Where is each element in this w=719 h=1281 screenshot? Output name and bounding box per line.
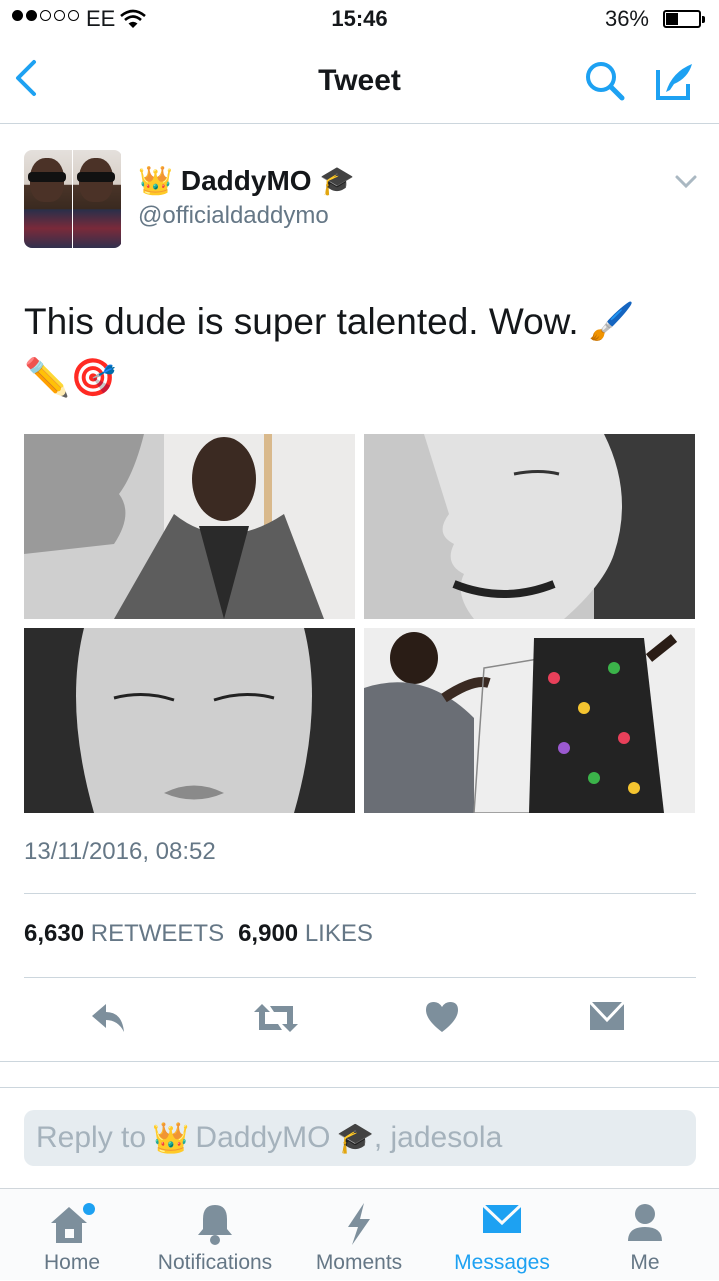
author-name-row[interactable]: 👑 DaddyMO 🎓 — [138, 164, 354, 197]
graduation-cap-emoji: 🎓 — [319, 165, 355, 196]
home-icon — [51, 1203, 95, 1243]
tab-bar: Home Notifications Moments Messages Me — [0, 1188, 719, 1280]
retweets-label: RETWEETS — [90, 920, 225, 947]
divider — [0, 1061, 719, 1062]
divider — [0, 1087, 719, 1088]
tab-home[interactable]: Home — [14, 1189, 130, 1281]
status-bar: EE 15:46 36% — [0, 0, 719, 40]
like-heart-icon[interactable] — [424, 1000, 460, 1034]
tab-moments[interactable]: Moments — [300, 1189, 418, 1281]
reply-prefix: Reply to — [36, 1121, 147, 1154]
tab-messages[interactable]: Messages — [440, 1189, 564, 1281]
bell-icon — [198, 1205, 232, 1245]
direct-message-icon[interactable] — [588, 1000, 626, 1032]
likes-stat[interactable]: 6,900 LIKES — [238, 920, 373, 948]
tab-label: Notifications — [157, 1251, 273, 1274]
tab-me[interactable]: Me — [590, 1189, 700, 1281]
envelope-icon — [481, 1203, 523, 1233]
avatar[interactable] — [24, 150, 122, 248]
tab-label: Me — [630, 1251, 660, 1274]
reply-input[interactable]: Reply to 👑 DaddyMO 🎓 , jadesola — [24, 1110, 696, 1166]
likes-count: 6,900 — [238, 920, 299, 947]
reply-suffix: , jadesola — [373, 1121, 503, 1154]
author-name: DaddyMO — [180, 164, 312, 196]
media-image-3[interactable] — [24, 628, 355, 813]
person-icon — [628, 1204, 662, 1241]
lightning-icon — [348, 1203, 370, 1245]
media-image-4[interactable] — [364, 628, 695, 813]
tab-label: Moments — [315, 1251, 403, 1274]
battery-icon — [663, 10, 705, 28]
graduation-cap-emoji: 🎓 — [336, 1121, 374, 1155]
author-handle[interactable]: @officialdaddymo — [138, 202, 329, 230]
tweet-timestamp: 13/11/2016, 08:52 — [24, 838, 216, 865]
reply-icon[interactable] — [90, 1000, 128, 1036]
tweet-text: This dude is super talented. Wow. 🖌️ ✏️🎯 — [24, 301, 635, 398]
divider — [24, 893, 696, 894]
battery-percentage: 36% — [604, 6, 649, 31]
tab-notifications[interactable]: Notifications — [145, 1189, 285, 1281]
likes-label: LIKES — [304, 920, 373, 947]
divider — [24, 977, 696, 978]
reply-target-name: DaddyMO — [195, 1121, 331, 1154]
crown-emoji: 👑 — [138, 165, 173, 196]
tab-label: Home — [43, 1251, 101, 1274]
retweets-count: 6,630 — [24, 920, 85, 947]
chevron-down-icon[interactable] — [674, 174, 698, 190]
compose-tweet-icon[interactable] — [654, 60, 696, 102]
tab-label: Messages — [454, 1251, 550, 1274]
engagement-counts: 6,630 RETWEETS 6,900 LIKES — [24, 920, 373, 948]
navigation-bar: Tweet — [0, 40, 719, 124]
retweets-stat[interactable]: 6,630 RETWEETS — [24, 920, 224, 948]
media-image-1[interactable] — [24, 434, 355, 619]
retweet-icon[interactable] — [254, 1000, 298, 1036]
media-image-2[interactable] — [364, 434, 695, 619]
search-icon[interactable] — [584, 60, 626, 102]
crown-emoji: 👑 — [152, 1121, 190, 1155]
